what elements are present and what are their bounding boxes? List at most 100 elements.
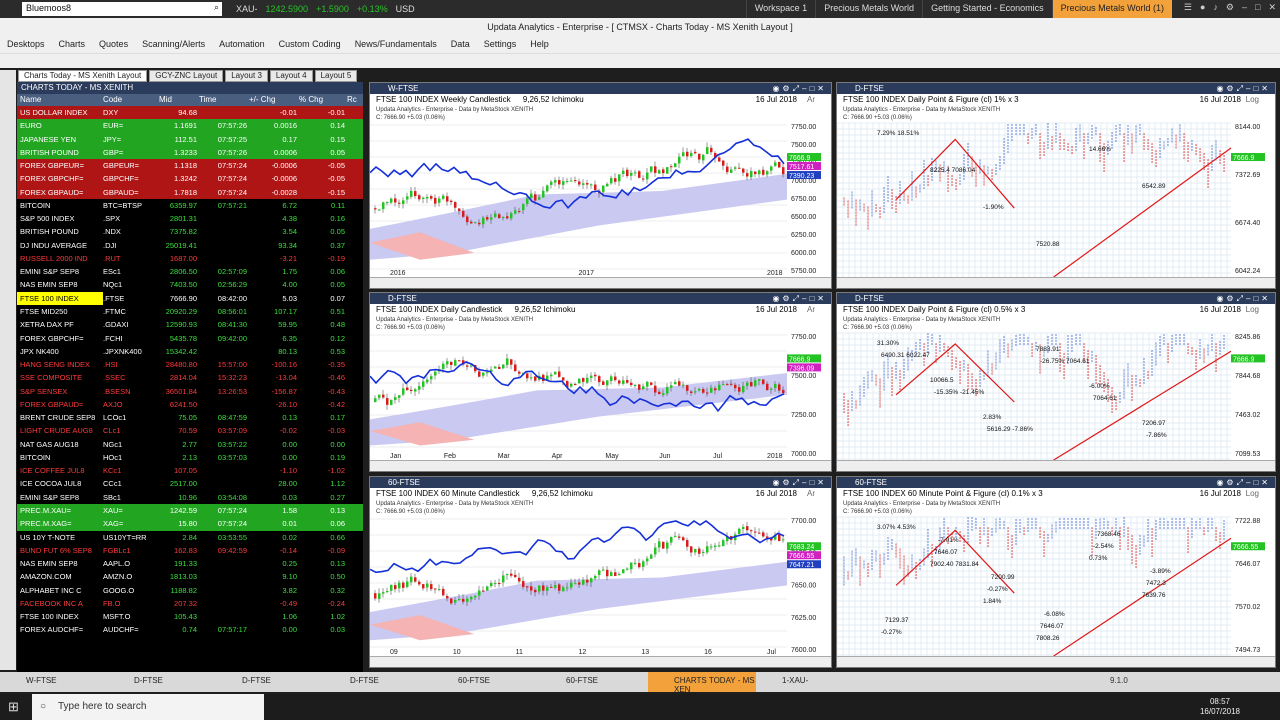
window-tab[interactable]: 60-FTSE: [540, 672, 648, 692]
watchlist-row[interactable]: HANG SENG INDEX .HSI 28480.80 15:57:00 -100.…: [17, 358, 363, 371]
menu-news-fundamentals[interactable]: News/Fundamentals: [348, 36, 444, 53]
window-tab[interactable]: D-FTSE: [324, 672, 432, 692]
watchlist-row[interactable]: NAT GAS AUG18 NGc1 2.77 03:57:22 0.00 0.00: [17, 438, 363, 451]
panel-scrollbar[interactable]: [837, 656, 1275, 667]
panel-scrollbar[interactable]: [837, 277, 1275, 288]
axis-toggle[interactable]: Ar: [807, 304, 815, 315]
watchlist-row[interactable]: ICE COFFEE JUL8 KCc1 107.05 -1.10 -1.02: [17, 464, 363, 477]
watchlist-row[interactable]: FACEBOOK INC A FB.O 207.32 -0.49 -0.24: [17, 597, 363, 610]
maximize-icon[interactable]: □: [1255, 2, 1260, 13]
taskbar-search-input[interactable]: ○ Type here to search: [32, 694, 264, 720]
watchlist-row[interactable]: AMAZON.COM AMZN.O 1813.03 9.10 0.50: [17, 570, 363, 583]
watchlist-row[interactable]: XETRA DAX PF .GDAXI 12590.93 08:41:30 59.95 0…: [17, 318, 363, 331]
menu-charts[interactable]: Charts: [52, 36, 93, 53]
search-icon[interactable]: ⌕: [214, 2, 219, 13]
menu-automation[interactable]: Automation: [212, 36, 272, 53]
watchlist-row[interactable]: BUND FUT 6% SEP8 FGBLc1 162.83 09:42:59 -0.1…: [17, 544, 363, 557]
chart-panel[interactable]: D-FTSE ◉⚙⤢–□✕ FTSE 100 INDEX Daily Point…: [836, 292, 1276, 472]
workspace-tab-2[interactable]: Precious Metals World: [815, 0, 922, 18]
watchlist-row[interactable]: JPX NK400 .JPXNK400 15342.42 80.13 0.53: [17, 345, 363, 358]
user-icon[interactable]: ●: [1200, 2, 1205, 13]
panel-window-icons[interactable]: ◉⚙⤢–□✕: [772, 477, 827, 488]
watchlist-row[interactable]: FOREX GBPAUD= GBPAUD= 1.7818 07:57:24 -0.002…: [17, 185, 363, 199]
chart-plot[interactable]: 7750.00 7500.00 7250.00 7000.00 7666.9 7396.0…: [370, 315, 831, 460]
window-tab[interactable]: W-FTSE: [0, 672, 108, 692]
chart-toolbar[interactable]: [0, 53, 1280, 68]
menu-quotes[interactable]: Quotes: [92, 36, 135, 53]
watchlist-row[interactable]: RUSSELL 2000 IND .RUT 1687.00 -3.21 -0.19: [17, 252, 363, 265]
watchlist-row[interactable]: EURO EUR= 1.1691 07:57:26 0.0016 0.14: [17, 119, 363, 133]
menu-help[interactable]: Help: [523, 36, 556, 53]
watchlist-row[interactable]: NAS EMIN SEP8 NQc1 7403.50 02:56:29 4.00 0.05: [17, 278, 363, 291]
chart-plot[interactable]: ooooooooooooooooxxxxxxxoooxxxxxxxxxxxxxx…: [837, 315, 1275, 460]
workspace-tab-1[interactable]: Workspace 1: [745, 0, 815, 18]
watchlist-row[interactable]: FTSE MID250 .FTMC 20920.29 08:56:01 107.17 0.…: [17, 305, 363, 318]
chart-plot[interactable]: 7750.007500.007250.007000.006750.006500.…: [370, 105, 831, 277]
watchlist-row[interactable]: FOREX GBPCHF= GBPCHF= 1.3242 07:57:24 -0.000…: [17, 172, 363, 186]
panel-titlebar[interactable]: W-FTSE ◉⚙⤢–□✕: [370, 83, 831, 94]
watchlist-row[interactable]: FOREX GBPAUD= AXJO 6241.50 -26.10 -0.42: [17, 398, 363, 411]
window-tab[interactable]: CHARTS TODAY - MS XEN: [648, 672, 756, 694]
workspace-tab-4[interactable]: Precious Metals World (1): [1051, 0, 1172, 18]
panel-window-icons[interactable]: ◉⚙⤢–□✕: [1216, 477, 1271, 488]
watchlist-row[interactable]: US 10Y T-NOTE US10YT=RR 2.84 03:53:55 0.02 0.…: [17, 531, 363, 544]
watchlist-row[interactable]: FOREX AUDCHF= AUDCHF= 0.74 07:57:17 0.00 0.03: [17, 623, 363, 636]
panel-scrollbar[interactable]: [370, 277, 831, 288]
watchlist-row[interactable]: BRENT CRUDE SEP8 LCOc1 75.05 08:47:59 0.13 0.…: [17, 411, 363, 424]
watchlist-row[interactable]: FTSE 100 INDEX MSFT.O 105.43 1.06 1.02: [17, 610, 363, 623]
layout-tab-1[interactable]: Charts Today - MS Xenith Layout: [18, 70, 148, 82]
panel-titlebar[interactable]: 60-FTSE ◉⚙⤢–□✕: [837, 477, 1275, 488]
panel-titlebar[interactable]: D-FTSE ◉⚙⤢–□✕: [837, 293, 1275, 304]
col-chg[interactable]: +/- Chg: [249, 94, 299, 106]
close-icon[interactable]: ✕: [1268, 2, 1276, 13]
watchlist-row[interactable]: US DOLLAR INDEX DXY 94.68 -0.01 -0.01: [17, 106, 363, 120]
window-tab[interactable]: D-FTSE: [108, 672, 216, 692]
watchlist-row[interactable]: FOREX GBPCHF= .FCHI 5435.78 09:42:00 6.35 0.1…: [17, 332, 363, 345]
window-tab[interactable]: 60-FTSE: [432, 672, 540, 692]
panel-window-icons[interactable]: ◉⚙⤢–□✕: [772, 293, 827, 304]
watchlist-row[interactable]: DJ INDU AVERAGE .DJI 25019.41 93.34 0.37: [17, 239, 363, 252]
watchlist-row[interactable]: BITCOIN HOc1 2.13 03:57:03 0.00 0.19: [17, 451, 363, 464]
layout-tab-5[interactable]: Layout 5: [314, 70, 358, 82]
axis-toggle[interactable]: Ar: [807, 94, 815, 105]
axis-toggle[interactable]: Log: [1246, 304, 1259, 315]
settings-icon[interactable]: ⚙: [1226, 2, 1234, 13]
chart-panel[interactable]: D-FTSE ◉⚙⤢–□✕ FTSE 100 INDEX Daily Candl…: [369, 292, 832, 472]
watchlist-row[interactable]: S&P SENSEX .BSESN 36501.84 13:26:53 -156.87 -…: [17, 385, 363, 398]
menu-custom-coding[interactable]: Custom Coding: [272, 36, 348, 53]
menu-settings[interactable]: Settings: [477, 36, 524, 53]
layout-tab-3[interactable]: Layout 3: [225, 70, 268, 82]
watchlist-row[interactable]: NAS EMIN SEP8 AAPL.O 191.33 0.25 0.13: [17, 557, 363, 570]
side-tool-strip[interactable]: [0, 70, 16, 670]
panel-scrollbar[interactable]: [370, 656, 831, 667]
panel-titlebar[interactable]: D-FTSE ◉⚙⤢–□✕: [370, 293, 831, 304]
watchlist-row[interactable]: BITCOIN BTC=BTSP 6359.97 07:57:21 6.72 0.11: [17, 199, 363, 212]
workspace-tab-3[interactable]: Getting Started - Economics: [922, 0, 1052, 18]
watchlist-row[interactable]: PREC.M.XAG= XAG= 15.80 07:57:24 0.01 0.06: [17, 517, 363, 531]
watchlist-row[interactable]: EMINI S&P SEP8 ESc1 2806.50 02:57:09 1.75 0.0…: [17, 265, 363, 278]
menu-data[interactable]: Data: [444, 36, 477, 53]
panel-scrollbar[interactable]: [370, 460, 831, 471]
watchlist-row[interactable]: JAPANESE YEN JPY= 112.51 07:57:25 0.17 0.15: [17, 132, 363, 146]
watchlist-row[interactable]: EMINI S&P SEP8 SBc1 10.96 03:54:08 0.03 0.27: [17, 491, 363, 504]
watchlist-row[interactable]: FOREX GBPEUR= GBPEUR= 1.1318 07:57:24 -0.000…: [17, 159, 363, 173]
chart-plot[interactable]: oooooooooxxxxxxoooooooooxxxxooooooooooox…: [837, 105, 1275, 277]
watchlist-row[interactable]: LIGHT CRUDE AUG8 CLc1 70.59 03:57:09 -0.02 -0…: [17, 424, 363, 437]
chart-plot[interactable]: xxxxxxxxxxoooxxxxxxxxxxxxxxxooooooooooxx…: [837, 499, 1275, 656]
menu-scanning-alerts[interactable]: Scanning/Alerts: [135, 36, 212, 53]
axis-toggle[interactable]: Log: [1246, 488, 1259, 499]
panel-titlebar[interactable]: 60-FTSE ◉⚙⤢–□✕: [370, 477, 831, 488]
panel-window-icons[interactable]: ◉⚙⤢–□✕: [1216, 293, 1271, 304]
taskbar-clock[interactable]: 08:57 16/07/2018: [1200, 697, 1240, 717]
watchlist-row[interactable]: SSE COMPOSITE .SSEC 2814.04 15:32:23 -13.04 -…: [17, 371, 363, 384]
col-name[interactable]: Name: [17, 94, 103, 106]
col-rc[interactable]: Rc: [347, 94, 361, 106]
panel-titlebar[interactable]: D-FTSE ◉⚙⤢–□✕: [837, 83, 1275, 94]
layout-tab-4[interactable]: Layout 4: [269, 70, 313, 82]
watchlist-row[interactable]: FTSE 100 INDEX .FTSE 7666.90 08:42:00 5.03 0.…: [17, 291, 363, 305]
window-tab[interactable]: D-FTSE: [216, 672, 324, 692]
col-code[interactable]: Code: [103, 94, 159, 106]
watchlist-row[interactable]: S&P 500 INDEX .SPX 2801.31 4.38 0.16: [17, 212, 363, 225]
col-time[interactable]: Time: [199, 94, 249, 106]
axis-toggle[interactable]: Ar: [807, 488, 815, 499]
